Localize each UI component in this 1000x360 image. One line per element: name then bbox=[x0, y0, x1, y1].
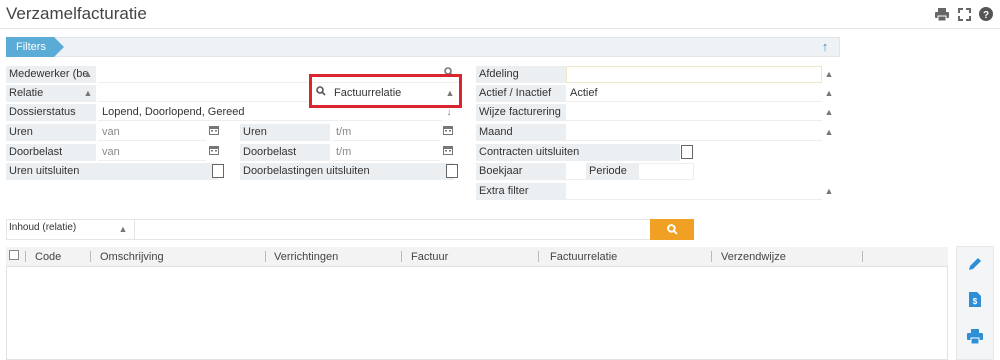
contracten-uitsluiten-checkbox[interactable] bbox=[681, 145, 693, 159]
top-toolbar: ? bbox=[934, 6, 994, 22]
wijze-facturering-label: Wijze facturering bbox=[476, 104, 566, 121]
column-header-verrichtingen[interactable]: Verrichtingen bbox=[274, 251, 338, 263]
uren-tm-label: Uren bbox=[240, 124, 330, 141]
filters-tab[interactable]: Filters bbox=[6, 37, 64, 57]
afdeling-field[interactable] bbox=[566, 66, 822, 83]
column-header-code[interactable]: Code bbox=[35, 251, 61, 263]
doorbelast-label: Doorbelast bbox=[6, 144, 96, 161]
column-separator bbox=[711, 251, 712, 262]
uren-tm-field[interactable]: t/m bbox=[332, 124, 440, 141]
column-header-factuur[interactable]: Factuur bbox=[411, 251, 448, 263]
column-separator bbox=[265, 251, 266, 262]
search-button[interactable] bbox=[650, 219, 694, 240]
search-scope-select[interactable]: Inhoud (relatie) bbox=[9, 222, 76, 233]
calendar-icon[interactable] bbox=[441, 124, 455, 141]
filters-bar bbox=[6, 37, 840, 57]
highlight-box bbox=[309, 74, 462, 108]
header-divider bbox=[0, 28, 1000, 29]
search-input[interactable] bbox=[134, 220, 649, 239]
boekjaar-label: Boekjaar bbox=[476, 163, 566, 180]
doorbelast-tm-label: Doorbelast bbox=[240, 144, 330, 161]
column-separator bbox=[401, 251, 402, 262]
wijze-sort-icon[interactable]: ▲ bbox=[822, 104, 836, 121]
doorbelast-tm-field[interactable]: t/m bbox=[332, 144, 440, 161]
wijze-facturering-field[interactable] bbox=[566, 104, 822, 121]
invoice-icon[interactable]: $ bbox=[956, 292, 994, 312]
uren-uitsluiten-label: Uren uitsluiten bbox=[6, 163, 218, 180]
extra-filter-sort-icon[interactable]: ▲ bbox=[822, 183, 836, 200]
boekjaar-field[interactable] bbox=[566, 163, 586, 180]
actief-field[interactable]: Actief bbox=[566, 85, 822, 102]
uren-label: Uren bbox=[6, 124, 96, 141]
print-icon[interactable] bbox=[934, 6, 950, 22]
uren-van-field[interactable]: van bbox=[98, 124, 206, 141]
afdeling-sort-icon[interactable]: ▲ bbox=[822, 66, 836, 83]
maand-field[interactable] bbox=[566, 124, 822, 141]
extra-filter-field[interactable] bbox=[566, 183, 822, 200]
column-header-factuurrelatie[interactable]: Factuurrelatie bbox=[550, 251, 617, 263]
doorbelastingen-uitsluiten-checkbox[interactable] bbox=[446, 164, 458, 178]
svg-text:?: ? bbox=[983, 10, 989, 21]
extra-filter-label: Extra filter bbox=[476, 183, 566, 200]
afdeling-label: Afdeling bbox=[476, 66, 566, 83]
periode-label: Periode bbox=[586, 163, 638, 180]
relatie-field[interactable] bbox=[98, 85, 310, 102]
help-icon[interactable]: ? bbox=[978, 6, 994, 22]
maand-sort-icon[interactable]: ▲ bbox=[822, 124, 836, 141]
svg-text:$: $ bbox=[973, 297, 978, 306]
select-all-checkbox[interactable] bbox=[9, 250, 19, 260]
contracten-uitsluiten-label: Contracten uitsluiten bbox=[476, 144, 680, 161]
column-separator bbox=[538, 251, 539, 262]
actief-label: Actief / Inactief bbox=[476, 85, 566, 102]
column-header-omschrijving[interactable]: Omschrijving bbox=[100, 251, 164, 263]
search-scope-sort-icon[interactable]: ▲ bbox=[116, 221, 130, 238]
maand-label: Maand bbox=[476, 124, 566, 141]
dossierstatus-label: Dossierstatus bbox=[6, 104, 96, 121]
medewerker-sort-icon[interactable]: ▲ bbox=[81, 66, 95, 83]
column-header-verzendwijze[interactable]: Verzendwijze bbox=[721, 251, 786, 263]
actief-sort-icon[interactable]: ▲ bbox=[822, 85, 836, 102]
print-icon[interactable] bbox=[956, 329, 994, 349]
calendar-icon[interactable] bbox=[207, 144, 221, 161]
page-title: Verzamelfacturatie bbox=[6, 4, 147, 23]
doorbelast-van-field[interactable]: van bbox=[98, 144, 206, 161]
calendar-icon[interactable] bbox=[441, 144, 455, 161]
expand-icon[interactable] bbox=[956, 6, 972, 22]
column-separator bbox=[90, 251, 91, 262]
periode-field[interactable] bbox=[638, 163, 694, 180]
uren-uitsluiten-checkbox[interactable] bbox=[212, 164, 224, 178]
column-separator bbox=[25, 251, 26, 262]
edit-icon[interactable] bbox=[956, 256, 994, 277]
doorbelastingen-uitsluiten-label: Doorbelastingen uitsluiten bbox=[240, 163, 454, 180]
relatie-sort-icon[interactable]: ▲ bbox=[81, 85, 95, 102]
calendar-icon[interactable] bbox=[207, 124, 221, 141]
column-separator bbox=[862, 251, 863, 262]
collapse-arrow-icon[interactable]: ↑ bbox=[816, 39, 834, 55]
